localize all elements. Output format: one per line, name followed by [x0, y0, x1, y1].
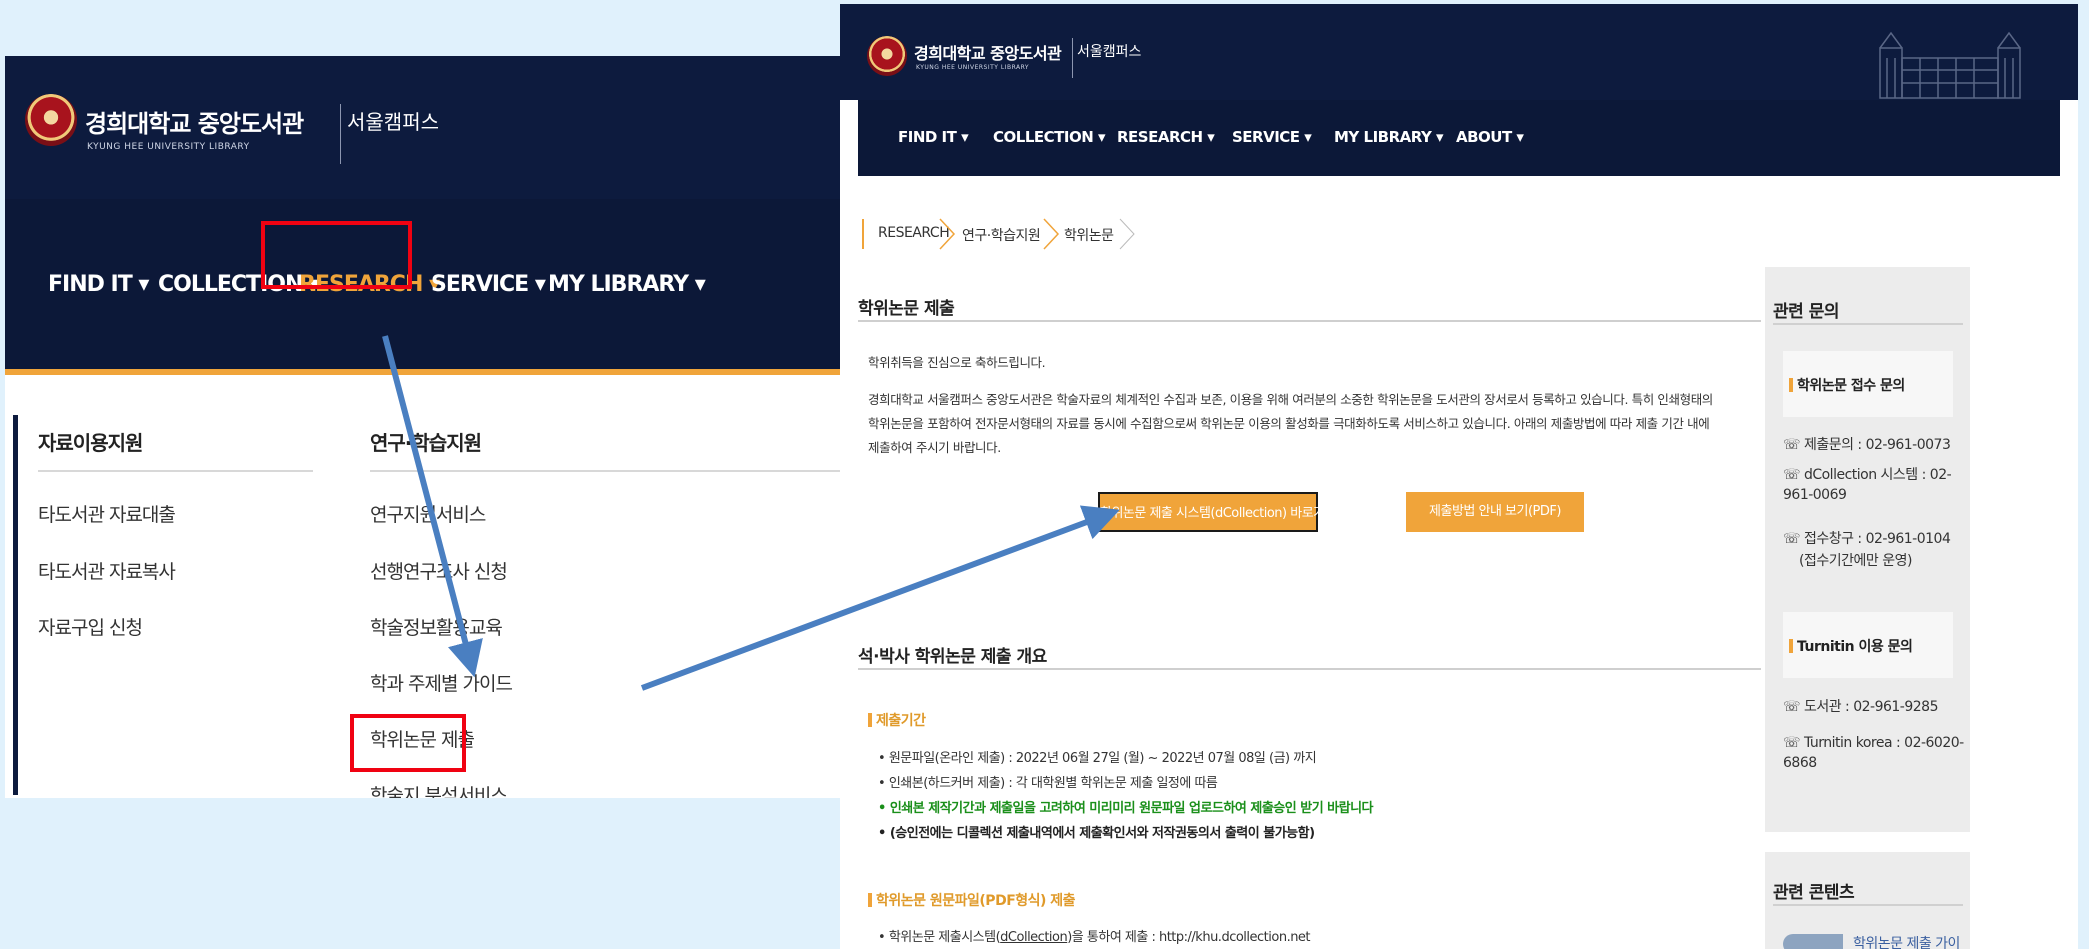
arrow-research-to-thesis	[382, 335, 483, 678]
annotation-arrows	[382, 335, 1120, 691]
arrow-thesis-to-system-button	[640, 505, 1120, 691]
